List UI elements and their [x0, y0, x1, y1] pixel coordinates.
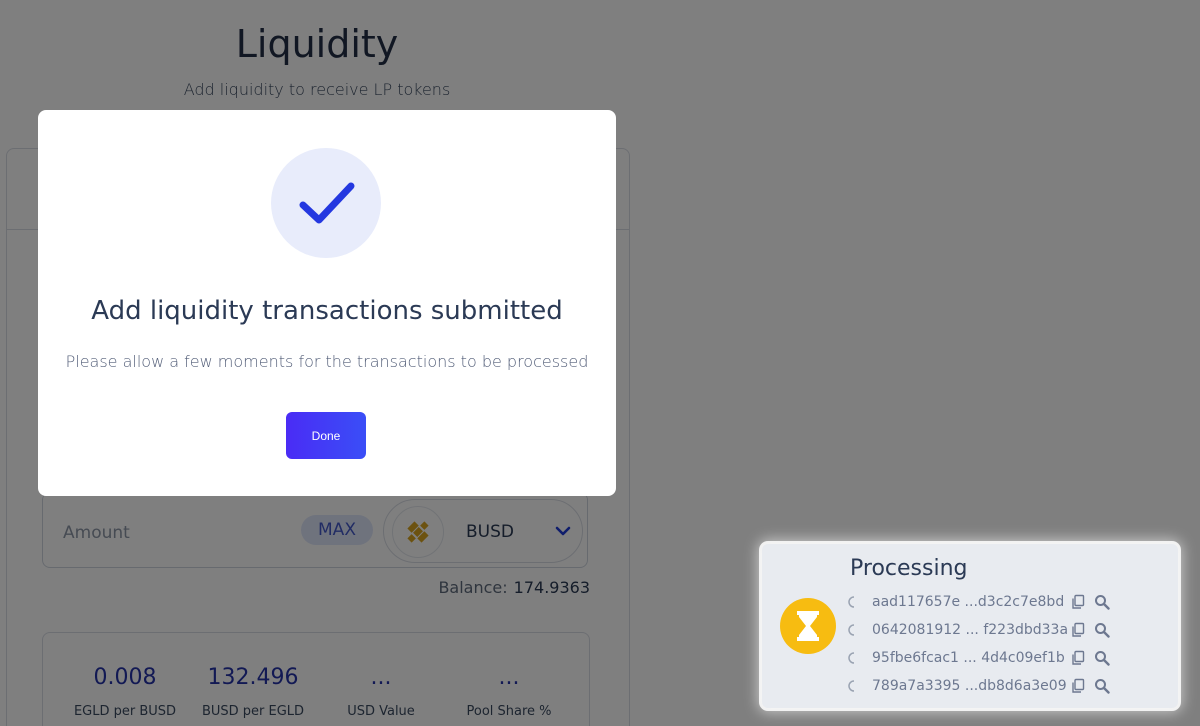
- copy-icon[interactable]: [1070, 622, 1086, 638]
- modal-message: Please allow a few moments for the trans…: [65, 352, 589, 371]
- toast-title: Processing: [850, 556, 968, 581]
- transaction-list: aad117657e ...d3c2c7e8bd 0642081912 ... …: [848, 588, 1168, 700]
- copy-icon[interactable]: [1070, 678, 1086, 694]
- submitted-modal: Add liquidity transactions submitted Ple…: [38, 110, 616, 496]
- transaction-hash: 789a7a3395 ...db8d6a3e09: [872, 678, 1067, 694]
- transaction-row: 95fbe6fcac1 ... 4d4c09ef1b: [848, 644, 1168, 672]
- spinner-icon: [848, 680, 855, 692]
- done-button[interactable]: Done: [286, 412, 366, 459]
- copy-icon[interactable]: [1070, 650, 1086, 666]
- transaction-row: 789a7a3395 ...db8d6a3e09: [848, 672, 1168, 700]
- search-icon[interactable]: [1094, 650, 1110, 666]
- transaction-hash: 95fbe6fcac1 ... 4d4c09ef1b: [872, 650, 1065, 666]
- spinner-icon: [848, 624, 855, 636]
- transaction-hash: aad117657e ...d3c2c7e8bd: [872, 594, 1065, 610]
- search-icon[interactable]: [1094, 594, 1110, 610]
- spinner-icon: [848, 652, 855, 664]
- hourglass-icon: [780, 598, 836, 654]
- transaction-row: aad117657e ...d3c2c7e8bd: [848, 588, 1168, 616]
- spinner-icon: [848, 596, 855, 608]
- copy-icon[interactable]: [1070, 594, 1086, 610]
- processing-toast: Processing aad117657e ...d3c2c7e8bd 0642…: [762, 544, 1178, 708]
- search-icon[interactable]: [1094, 678, 1110, 694]
- search-icon[interactable]: [1094, 622, 1110, 638]
- modal-title: Add liquidity transactions submitted: [91, 296, 563, 326]
- transaction-row: 0642081912 ... f223dbd33a: [848, 616, 1168, 644]
- transaction-hash: 0642081912 ... f223dbd33a: [872, 622, 1069, 638]
- checkmark-icon: [271, 148, 381, 258]
